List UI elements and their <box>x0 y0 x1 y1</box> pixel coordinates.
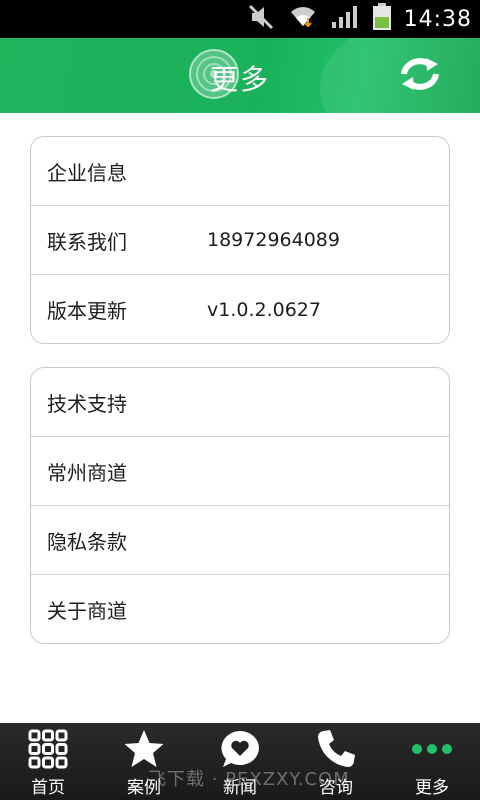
nav-label: 新闻 <box>223 778 257 798</box>
nav-label: 首页 <box>31 778 65 798</box>
status-time: 14:38 <box>403 6 472 32</box>
row-contact-us[interactable]: 联系我们 18972964089 <box>31 206 449 275</box>
signal-icon <box>330 4 360 34</box>
star-icon <box>123 729 165 769</box>
row-label: 企业信息 <box>47 160 127 185</box>
row-label: 技术支持 <box>47 391 127 416</box>
nav-label: 更多 <box>415 778 449 798</box>
grid-icon <box>28 729 68 769</box>
row-label: 版本更新 <box>47 299 127 323</box>
row-label: 隐私条款 <box>47 529 127 554</box>
refresh-icon <box>398 54 442 98</box>
nav-news[interactable]: 新闻 <box>192 723 288 800</box>
battery-icon <box>372 3 392 35</box>
wifi-icon <box>288 4 318 34</box>
more-dots-icon <box>411 729 453 769</box>
mute-icon <box>248 4 276 34</box>
row-company-info[interactable]: 企业信息 <box>31 137 449 206</box>
nav-label: 案例 <box>127 778 161 798</box>
row-about[interactable]: 关于商道 <box>31 575 449 643</box>
nav-label: 咨询 <box>319 778 353 798</box>
nav-cases[interactable]: 案例 <box>96 723 192 800</box>
row-changzhou-shangdao[interactable]: 常州商道 <box>31 437 449 506</box>
nav-consult[interactable]: 咨询 <box>288 723 384 800</box>
status-icons: 14:38 <box>248 0 472 38</box>
info-group: 企业信息 联系我们 18972964089 版本更新 v1.0.2.0627 <box>30 136 450 344</box>
row-tech-support[interactable]: 技术支持 <box>31 368 449 437</box>
heart-bubble-icon <box>219 729 261 769</box>
support-group: 技术支持 常州商道 隐私条款 关于商道 <box>30 367 450 644</box>
row-label: 关于商道 <box>47 599 127 623</box>
status-bar: 14:38 <box>0 0 480 38</box>
refresh-button[interactable] <box>396 54 444 98</box>
row-label: 联系我们 <box>47 229 127 254</box>
page-title: 更多 <box>210 63 271 96</box>
row-privacy-terms[interactable]: 隐私条款 <box>31 506 449 575</box>
row-version-update[interactable]: 版本更新 v1.0.2.0627 <box>31 275 449 343</box>
nav-home[interactable]: 首页 <box>0 723 96 800</box>
nav-more[interactable]: 更多 <box>384 723 480 800</box>
version-number: v1.0.2.0627 <box>207 298 321 321</box>
app-header: 更多 <box>0 38 480 113</box>
bottom-nav: 首页 案例 新闻 咨询 更多 <box>0 723 480 800</box>
phone-number: 18972964089 <box>207 229 340 251</box>
row-label: 常州商道 <box>47 460 127 485</box>
phone-icon <box>316 729 356 769</box>
